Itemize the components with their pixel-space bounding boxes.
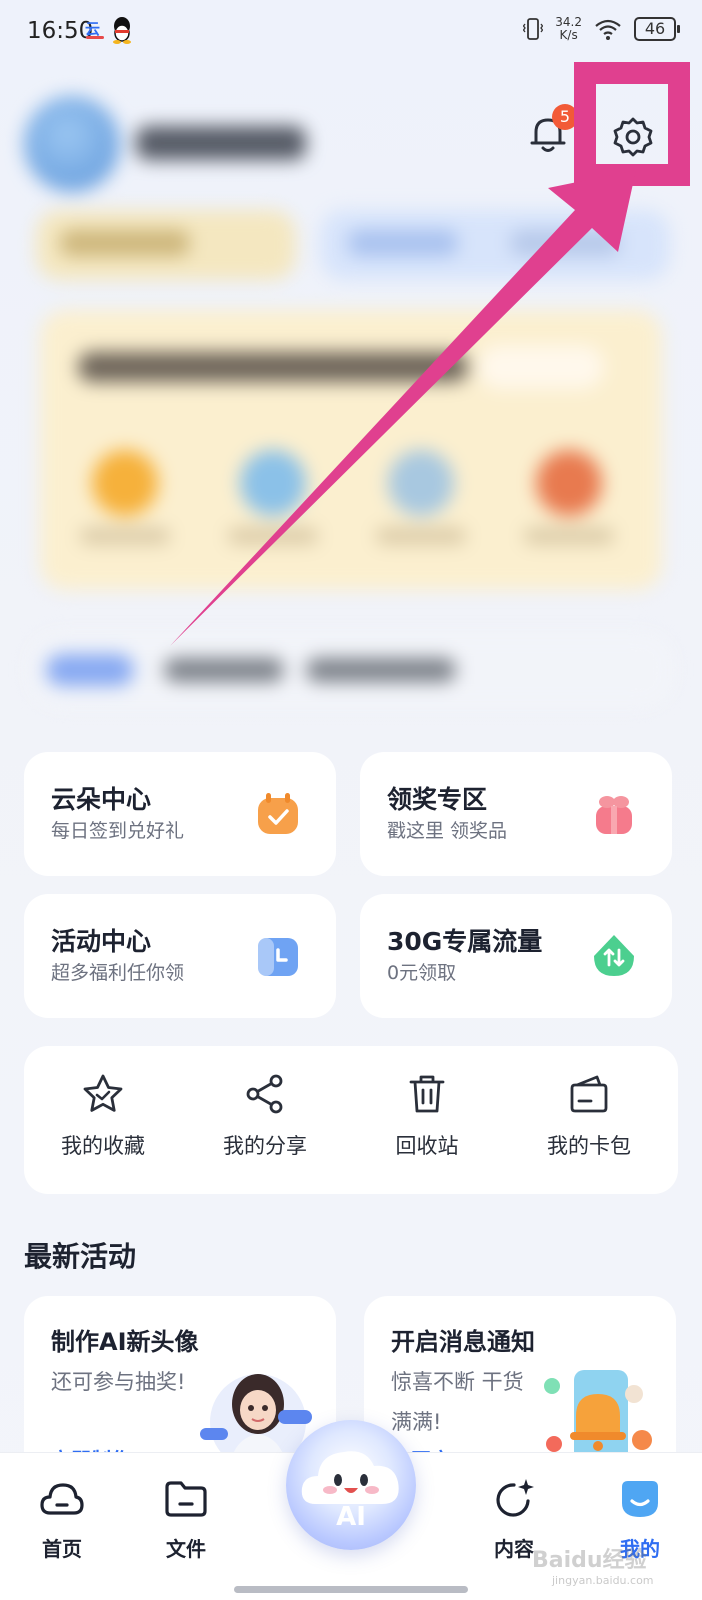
- watermark-url: jingyan.baidu.com: [552, 1574, 654, 1587]
- card-subtitle: 每日签到兑好礼: [51, 820, 185, 842]
- vip-benefit-icon-4: [536, 450, 602, 516]
- gear-icon: [613, 117, 653, 157]
- notification-badge: 5: [552, 104, 578, 130]
- ai-assistant-button[interactable]: AI: [286, 1420, 416, 1550]
- tool-label: 我的收藏: [61, 1134, 145, 1158]
- folder-icon: [165, 1481, 207, 1517]
- vip-benefit-label-2: [228, 528, 318, 544]
- blurred-profile-area: [0, 60, 702, 720]
- trash-icon: [409, 1075, 445, 1113]
- nav-home[interactable]: 首页: [22, 1475, 102, 1562]
- avatar[interactable]: [24, 96, 120, 192]
- vip-card-button[interactable]: [478, 345, 604, 389]
- nav-files[interactable]: 文件: [146, 1475, 226, 1562]
- cloud-center-card[interactable]: 云朵中心 每日签到兑好礼: [24, 752, 336, 876]
- ai-label: AI: [336, 1502, 366, 1532]
- cloud-app-icon: 云: [85, 20, 104, 39]
- info-bar-text-1: [164, 658, 284, 682]
- card-wallet-icon: [570, 1075, 608, 1113]
- vip-benefit-icon-2: [240, 450, 306, 516]
- recycle-bin-button[interactable]: 回收站: [352, 1072, 502, 1160]
- my-favorites-button[interactable]: 我的收藏: [28, 1072, 178, 1160]
- vip-benefit-label-1: [80, 528, 170, 544]
- promo-title: 开启消息通知: [391, 1328, 535, 1356]
- activity-center-card[interactable]: 活动中心 超多福利任你领: [24, 894, 336, 1018]
- user-name-redacted: [136, 126, 306, 160]
- card-title: 30G专属流量: [387, 927, 543, 956]
- vip-card-headline: [78, 352, 468, 382]
- profile-face-icon: [622, 1481, 658, 1517]
- promo-title: 制作AI新头像: [51, 1328, 199, 1356]
- info-bar-text-2: [306, 658, 456, 682]
- speed-unit: K/s: [559, 28, 578, 42]
- nav-label: 文件: [166, 1537, 206, 1561]
- info-bar-tag: [46, 654, 134, 686]
- calendar-check-icon: [258, 793, 298, 834]
- status-bar: 16:50 云 34.2 K/s 46: [0, 0, 702, 64]
- refresh-sparkle-icon: [496, 1479, 534, 1517]
- home-indicator[interactable]: [234, 1586, 468, 1593]
- tools-card: 我的收藏 我的分享 回收站 我的卡包: [24, 1046, 678, 1194]
- tool-label: 我的分享: [223, 1134, 307, 1158]
- promo-subtitle: 还可参与抽奖!: [51, 1370, 186, 1394]
- data-transfer-icon: [594, 935, 634, 976]
- qq-icon: [113, 17, 131, 44]
- status-right-group: 34.2 K/s 46: [523, 16, 680, 42]
- card-subtitle: 超多福利任你领: [51, 962, 185, 984]
- vip-benefit-label-3: [376, 528, 466, 544]
- tool-label: 我的卡包: [547, 1134, 631, 1158]
- watermark-text: Baidu经验: [532, 1548, 647, 1573]
- svg-text:云: 云: [85, 20, 100, 38]
- card-wallet-button[interactable]: 我的卡包: [514, 1072, 664, 1160]
- card-title: 云朵中心: [51, 785, 152, 814]
- wifi-icon: [595, 19, 621, 40]
- cloud-home-icon: [40, 1483, 84, 1515]
- gift-icon: [596, 796, 632, 834]
- storage-pill-text: [348, 230, 458, 256]
- membership-pill-text: [60, 230, 190, 256]
- vibrate-icon: [523, 18, 544, 40]
- tool-label: 回收站: [395, 1134, 459, 1158]
- card-subtitle: 戳这里 领奖品: [387, 820, 508, 842]
- my-shares-button[interactable]: 我的分享: [190, 1072, 340, 1160]
- rewards-zone-card[interactable]: 领奖专区 戳这里 领奖品: [360, 752, 672, 876]
- vip-benefit-icon-1: [92, 450, 158, 516]
- nav-label: 首页: [42, 1537, 82, 1561]
- network-speed: 34.2 K/s: [555, 16, 582, 42]
- card-title: 领奖专区: [387, 785, 488, 814]
- star-icon: [83, 1074, 123, 1112]
- data-traffic-card[interactable]: 30G专属流量 0元领取: [360, 894, 672, 1018]
- battery-indicator: 46: [634, 17, 680, 41]
- card-subtitle: 0元领取: [387, 962, 457, 984]
- card-title: 活动中心: [51, 927, 152, 956]
- share-icon: [246, 1074, 283, 1114]
- settings-button[interactable]: [604, 108, 662, 166]
- vip-benefit-icon-3: [388, 450, 454, 516]
- section-title: 最新活动: [24, 1240, 137, 1273]
- clock-calendar-icon: [258, 938, 298, 976]
- storage-pill-text-2: [510, 230, 620, 256]
- vip-benefit-label-4: [524, 528, 614, 544]
